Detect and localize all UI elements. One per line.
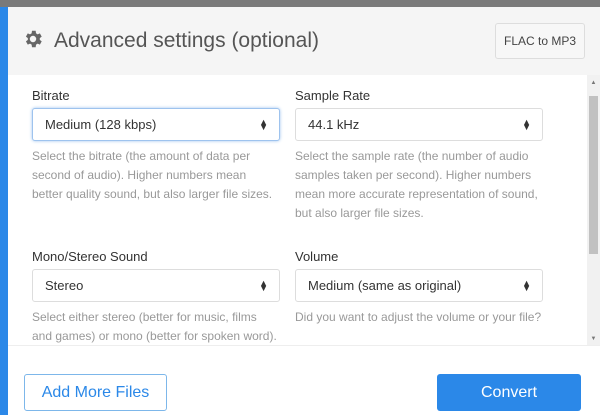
convert-button[interactable]: Convert [437, 374, 581, 411]
sort-arrows-icon: ▲ ▼ [522, 116, 531, 132]
volume-select[interactable]: Medium (same as original) ▲ ▼ [295, 269, 543, 302]
settings-content: Bitrate Medium (128 kbps) ▲ ▼ Select the b… [8, 75, 587, 345]
mono-stereo-label: Mono/Stereo Sound [32, 249, 148, 264]
add-more-files-button[interactable]: Add More Files [24, 374, 167, 411]
bitrate-select[interactable]: Medium (128 kbps) ▲ ▼ [32, 108, 280, 141]
bitrate-label: Bitrate [32, 88, 70, 103]
mono-stereo-select[interactable]: Stereo ▲ ▼ [32, 269, 280, 302]
mono-stereo-help: Select either stereo (better for music, … [32, 310, 277, 343]
bitrate-field: Bitrate Medium (128 kbps) ▲ ▼ Select the b… [32, 88, 280, 204]
format-button[interactable]: FLAC to MP3 [495, 23, 585, 59]
bitrate-value: Medium (128 kbps) [45, 117, 157, 132]
gear-icon [25, 30, 42, 48]
panel-title: Advanced settings (optional) [54, 29, 319, 52]
sample-rate-value: 44.1 kHz [308, 117, 360, 132]
volume-field: Volume Medium (same as original) ▲ ▼ Did y… [295, 249, 543, 327]
scrollbar[interactable]: ▲ ▼ [587, 75, 600, 345]
advanced-settings-panel: Advanced settings (optional) FLAC to MP3… [8, 7, 600, 415]
mono-stereo-field: Mono/Stereo Sound Stereo ▲ ▼ Select either… [32, 249, 280, 345]
sort-arrows-icon: ▲ ▼ [259, 277, 268, 293]
bitrate-help: Select the bitrate (the amount of data p… [32, 149, 273, 201]
volume-label: Volume [295, 249, 339, 264]
mono-stereo-value: Stereo [45, 278, 84, 293]
volume-value: Medium (same as original) [308, 278, 462, 293]
sample-rate-label: Sample Rate [295, 88, 371, 103]
left-accent-strip [0, 7, 8, 415]
sample-rate-field: Sample Rate 44.1 kHz ▲ ▼ Select the sample… [295, 88, 543, 223]
scrollbar-thumb[interactable] [589, 96, 598, 254]
sort-arrows-icon: ▲ ▼ [522, 277, 531, 293]
sort-arrows-icon: ▲ ▼ [259, 116, 268, 132]
sample-rate-help: Select the sample rate (the number of au… [295, 149, 538, 220]
panel-footer: Add More Files Convert [8, 345, 600, 415]
sample-rate-select[interactable]: 44.1 kHz ▲ ▼ [295, 108, 543, 141]
volume-help: Did you want to adjust the volume or you… [295, 310, 542, 324]
scroll-up-icon[interactable]: ▲ [587, 80, 600, 86]
scroll-down-icon[interactable]: ▼ [587, 336, 600, 342]
panel-header: Advanced settings (optional) FLAC to MP3 [8, 7, 600, 75]
